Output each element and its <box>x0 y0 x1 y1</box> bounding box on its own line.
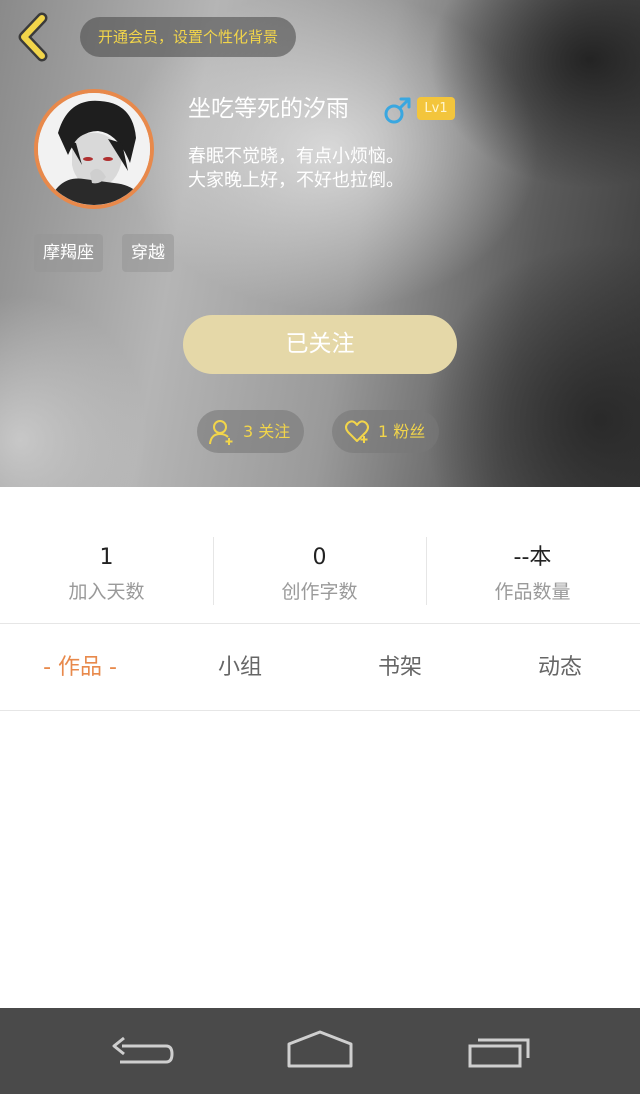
stats-row: 1 加入天数 0 创作字数 --本 作品数量 <box>0 487 640 624</box>
tab-bookshelf[interactable]: 书架 <box>320 625 480 711</box>
stat-value: --本 <box>513 545 552 570</box>
system-navbar <box>0 1008 640 1094</box>
stats-divider <box>426 537 427 605</box>
tag-genre[interactable]: 穿越 <box>122 234 174 272</box>
add-user-icon <box>209 420 233 445</box>
follow-button[interactable]: 已关注 <box>183 315 457 374</box>
stat-value: 1 <box>99 545 114 570</box>
following-label: 3 关注 <box>243 422 291 441</box>
tab-content-area <box>0 712 640 1008</box>
vip-background-prompt[interactable]: 开通会员，设置个性化背景 <box>80 17 297 57</box>
tab-works[interactable]: - 作品 - <box>0 625 160 711</box>
nav-back-button[interactable] <box>102 1028 182 1078</box>
male-icon <box>384 97 411 124</box>
recent-apps-icon <box>468 1038 530 1068</box>
back-button[interactable] <box>14 12 54 62</box>
stat-value: 0 <box>312 545 327 570</box>
profile-header: 开通会员，设置个性化背景 坐吃等死的汐雨 Lv1 春眠不觉晓，有点小烦恼。 大家… <box>0 0 640 487</box>
followers-label: 1 粉丝 <box>378 422 426 441</box>
home-icon <box>287 1030 353 1068</box>
stat-label: 加入天数 <box>68 581 145 603</box>
profile-page: 开通会员，设置个性化背景 坐吃等死的汐雨 Lv1 春眠不觉晓，有点小烦恼。 大家… <box>0 0 640 1094</box>
avatar-image <box>38 93 150 205</box>
stat-word-count: 0 创作字数 <box>213 487 426 624</box>
stat-label: 作品数量 <box>494 581 571 603</box>
following-button[interactable]: 3 关注 <box>197 410 305 453</box>
tag-zodiac[interactable]: 摩羯座 <box>34 234 103 272</box>
nav-recent-apps-button[interactable] <box>460 1028 540 1078</box>
username: 坐吃等死的汐雨 <box>188 96 349 122</box>
stat-works-count: --本 作品数量 <box>426 487 639 624</box>
tab-activity[interactable]: 动态 <box>480 625 640 711</box>
nav-home-button[interactable] <box>280 1028 360 1078</box>
stat-join-days: 1 加入天数 <box>0 487 213 624</box>
bio-line-2: 大家晚上好，不好也拉倒。 <box>188 170 404 191</box>
bio-line-1: 春眠不觉晓，有点小烦恼。 <box>188 146 404 167</box>
user-bio: 春眠不觉晓，有点小烦恼。 大家晚上好，不好也拉倒。 <box>188 145 404 193</box>
tab-groups[interactable]: 小组 <box>160 625 320 711</box>
stats-divider <box>213 537 214 605</box>
avatar[interactable] <box>34 89 154 209</box>
stat-label: 创作字数 <box>281 581 358 603</box>
profile-tabs: - 作品 - 小组 书架 动态 <box>0 625 640 711</box>
heart-plus-icon <box>345 420 369 443</box>
followers-button[interactable]: 1 粉丝 <box>332 410 440 453</box>
level-badge: Lv1 <box>417 97 455 120</box>
chevron-left-icon <box>18 12 48 62</box>
back-icon <box>112 1036 174 1064</box>
